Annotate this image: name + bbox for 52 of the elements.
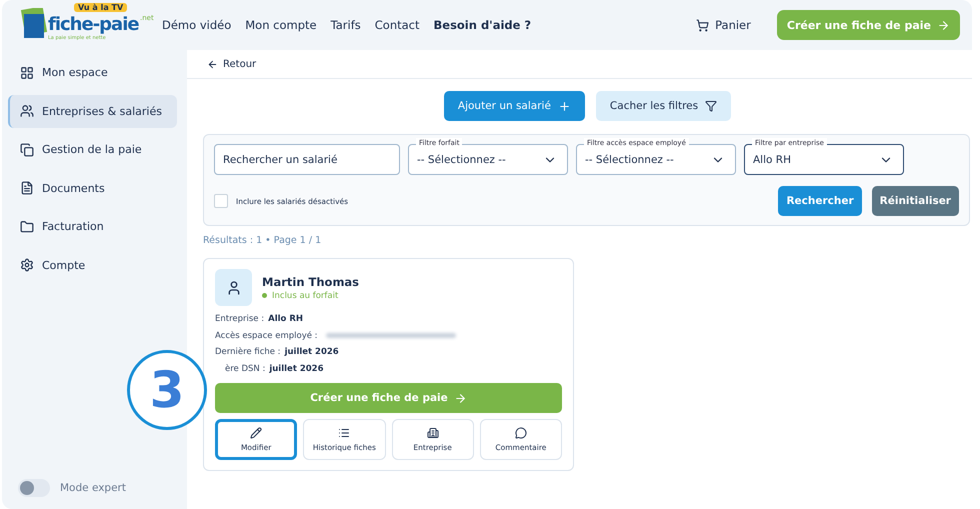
building-icon [426, 427, 439, 439]
pencil-icon [250, 427, 262, 439]
filter-icon [705, 100, 718, 112]
toggle-switch[interactable] [18, 479, 50, 497]
grid-icon [20, 66, 34, 80]
logo-name: fiche-paie [48, 14, 139, 35]
field-label: Entreprise : [215, 314, 264, 324]
arrow-icon [454, 392, 467, 404]
speech-bubble-icon [514, 427, 527, 439]
settings-icon [20, 258, 34, 272]
filter-select[interactable]: -- Sélectionnez -- [408, 144, 568, 175]
nav-link[interactable]: Besoin d'aide ? [434, 18, 532, 32]
plus-icon [558, 100, 571, 112]
avatar-icon [215, 269, 252, 306]
search-field[interactable]: Rechercher un salarié [214, 144, 400, 175]
sidebar-item[interactable]: Entreprises & salariés [8, 94, 177, 128]
users-icon [20, 104, 34, 118]
document-icon [20, 181, 34, 195]
sidebar-item[interactable]: Documents [8, 172, 177, 204]
field-value: Allo RH [268, 314, 303, 324]
add-button[interactable]: Ajouter un salarié [444, 91, 585, 121]
nav-link[interactable]: Démo vidéo [162, 18, 232, 32]
nav-link[interactable]: Mon compte [245, 18, 317, 32]
cart-link[interactable]: Panier [696, 18, 751, 32]
toggle-label: Mode expert [60, 482, 126, 494]
arrow-left-icon [207, 58, 218, 70]
cart-icon [696, 18, 710, 32]
arrow-icon [937, 18, 950, 32]
field-label: Accès espace employé : [215, 330, 318, 341]
nav-link[interactable]: Contact [374, 18, 420, 32]
field-value: juillet 2026 [269, 364, 324, 374]
folder-icon [20, 220, 34, 234]
sidebar-item[interactable]: Facturation [8, 210, 177, 243]
logo-icon [20, 8, 48, 40]
status-dot [262, 293, 267, 298]
logo-badge: Vu à la TV [74, 3, 128, 12]
field-label: ère DSN : [225, 364, 266, 374]
search-button[interactable]: Rechercher [778, 186, 862, 216]
sidebar-item[interactable]: Mon espace [8, 56, 177, 89]
copy-icon [20, 142, 34, 156]
reset-button[interactable]: Réinitialiser [872, 186, 959, 216]
checkbox[interactable] [214, 194, 228, 208]
results-count: Résultats : 1 • Page 1 / 1 [203, 235, 322, 246]
sidebar-item[interactable]: Gestion de la paie [8, 133, 177, 166]
nav-link[interactable]: Tarifs [330, 18, 361, 32]
filter-toggle-button[interactable]: Cacher les filtres [596, 91, 732, 121]
sidebar-item[interactable]: Compte [8, 248, 177, 282]
employee-name: Martin Thomas [262, 274, 360, 288]
field-value: juillet 2026 [284, 347, 339, 358]
back-link[interactable]: Retour [203, 50, 972, 78]
field-label: Dernière fiche : [215, 347, 281, 358]
employee-status: Inclus au forfait [262, 290, 360, 300]
